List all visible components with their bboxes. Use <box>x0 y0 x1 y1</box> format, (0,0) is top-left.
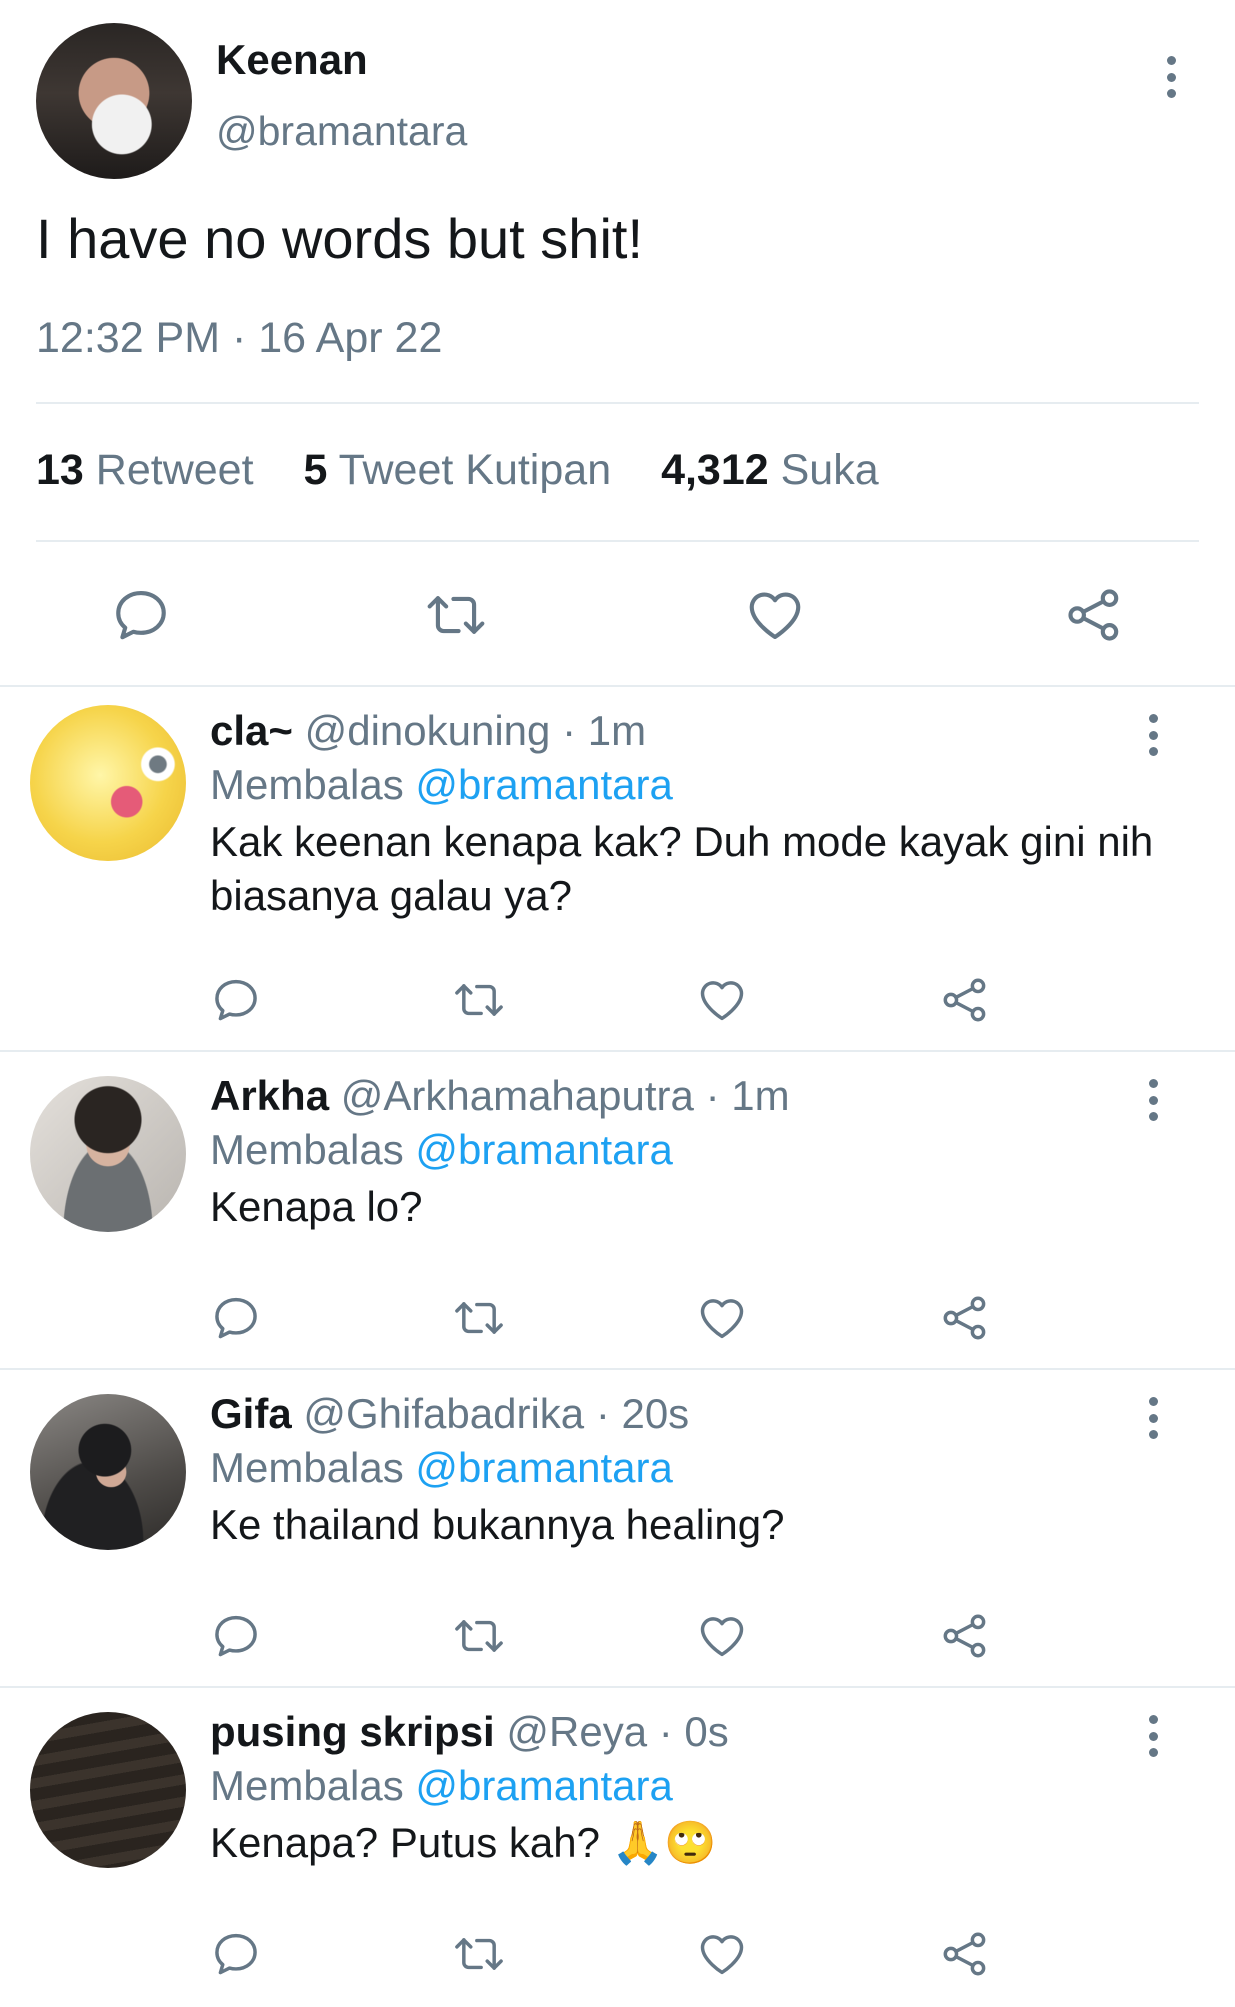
more-options-icon[interactable] <box>1156 52 1186 102</box>
share-icon[interactable] <box>939 1610 991 1662</box>
avatar[interactable] <box>30 705 186 861</box>
avatar[interactable] <box>30 1712 186 1868</box>
retweets-count: 13 <box>36 446 84 494</box>
share-icon[interactable] <box>939 1928 991 1980</box>
likes-stat[interactable]: 4,312 Suka <box>661 446 879 494</box>
replying-mention[interactable]: @bramantara <box>415 1126 672 1173</box>
retweet-icon[interactable] <box>425 584 487 646</box>
reply-icon[interactable] <box>210 1610 262 1662</box>
avatar[interactable] <box>30 1076 186 1232</box>
reply-icon[interactable] <box>210 974 262 1026</box>
divider <box>36 540 1199 542</box>
reply-header: pusing skripsi @Reya · 0s <box>210 1708 729 1756</box>
reply-item[interactable]: Gifa @Ghifabadrika · 20s Membalas @brama… <box>0 1370 1235 1686</box>
reply-author-handle[interactable]: @Ghifabadrika <box>303 1390 584 1437</box>
retweet-icon[interactable] <box>453 1928 505 1980</box>
author-handle[interactable]: @bramantara <box>216 108 467 155</box>
like-icon[interactable] <box>744 584 806 646</box>
retweets-label: Retweet <box>95 446 254 494</box>
replying-prefix: Membalas <box>210 761 404 808</box>
retweets-stat[interactable]: 13 Retweet <box>36 446 254 494</box>
reply-time: · 20s <box>595 1390 690 1437</box>
replying-to: Membalas @bramantara <box>210 1444 673 1492</box>
reply-icon[interactable] <box>210 1928 262 1980</box>
author-name[interactable]: Keenan <box>216 36 368 84</box>
more-options-icon[interactable] <box>1138 1075 1168 1125</box>
reply-header: Gifa @Ghifabadrika · 20s <box>210 1390 689 1438</box>
quotes-stat[interactable]: 5 Tweet Kutipan <box>304 446 612 494</box>
reply-header: Arkha @Arkhamahaputra · 1m <box>210 1072 790 1120</box>
reply-time: · 1m <box>562 707 647 754</box>
likes-label: Suka <box>780 446 879 494</box>
reply-icon[interactable] <box>210 1292 262 1344</box>
quotes-count: 5 <box>303 446 328 494</box>
like-icon[interactable] <box>696 974 748 1026</box>
reply-author-name[interactable]: Gifa <box>210 1390 292 1437</box>
likes-count: 4,312 <box>661 446 769 494</box>
retweet-icon[interactable] <box>453 1292 505 1344</box>
reply-header: cla~ @dinokuning · 1m <box>210 707 646 755</box>
like-icon[interactable] <box>696 1292 748 1344</box>
replying-to: Membalas @bramantara <box>210 1762 673 1810</box>
reply-item[interactable]: pusing skripsi @Reya · 0s Membalas @bram… <box>0 1688 1235 2007</box>
replying-mention[interactable]: @bramantara <box>415 1762 672 1809</box>
replying-prefix: Membalas <box>210 1762 404 1809</box>
share-icon[interactable] <box>939 1292 991 1344</box>
tweet-text: I have no words but shit! <box>36 207 644 270</box>
like-icon[interactable] <box>696 1610 748 1662</box>
reply-text: Kak keenan kenapa kak? Duh mode kayak gi… <box>210 818 1154 919</box>
reply-time: · 0s <box>658 1708 729 1755</box>
like-icon[interactable] <box>696 1928 748 1980</box>
quotes-label: Tweet Kutipan <box>338 446 612 494</box>
reply-time: · 1m <box>705 1072 790 1119</box>
divider <box>36 402 1199 404</box>
reply-author-name[interactable]: cla~ <box>210 707 293 754</box>
reply-item[interactable]: cla~ @dinokuning · 1m Membalas @bramanta… <box>0 687 1235 1050</box>
reply-author-name[interactable]: Arkha <box>210 1072 329 1119</box>
avatar[interactable] <box>36 23 192 179</box>
tweet-timestamp: 12:32 PM · 16 Apr 22 <box>36 314 443 362</box>
reply-author-name[interactable]: pusing skripsi <box>210 1708 495 1755</box>
replying-prefix: Membalas <box>210 1126 404 1173</box>
avatar[interactable] <box>30 1394 186 1550</box>
share-icon[interactable] <box>939 974 991 1026</box>
more-options-icon[interactable] <box>1138 1393 1168 1443</box>
tweet-stats: 13 Retweet 5 Tweet Kutipan 4,312 Suka <box>36 446 879 495</box>
more-options-icon[interactable] <box>1138 710 1168 760</box>
replying-prefix: Membalas <box>210 1444 404 1491</box>
retweet-icon[interactable] <box>453 974 505 1026</box>
replying-mention[interactable]: @bramantara <box>415 761 672 808</box>
reply-author-handle[interactable]: @Arkhamahaputra <box>341 1072 694 1119</box>
reply-item[interactable]: Arkha @Arkhamahaputra · 1m Membalas @bra… <box>0 1052 1235 1368</box>
retweet-icon[interactable] <box>453 1610 505 1662</box>
reply-icon[interactable] <box>110 584 172 646</box>
reply-text: Kenapa lo? <box>210 1183 423 1230</box>
reply-author-handle[interactable]: @Reya <box>506 1708 647 1755</box>
more-options-icon[interactable] <box>1138 1711 1168 1761</box>
replying-to: Membalas @bramantara <box>210 761 673 809</box>
reply-text: Ke thailand bukannya healing? <box>210 1501 785 1548</box>
reply-author-handle[interactable]: @dinokuning <box>305 707 551 754</box>
replying-to: Membalas @bramantara <box>210 1126 673 1174</box>
main-tweet: Keenan @bramantara I have no words but s… <box>0 0 1235 685</box>
replying-mention[interactable]: @bramantara <box>415 1444 672 1491</box>
share-icon[interactable] <box>1063 584 1125 646</box>
reply-text: Kenapa? Putus kah? 🙏🙄 <box>210 1819 717 1866</box>
